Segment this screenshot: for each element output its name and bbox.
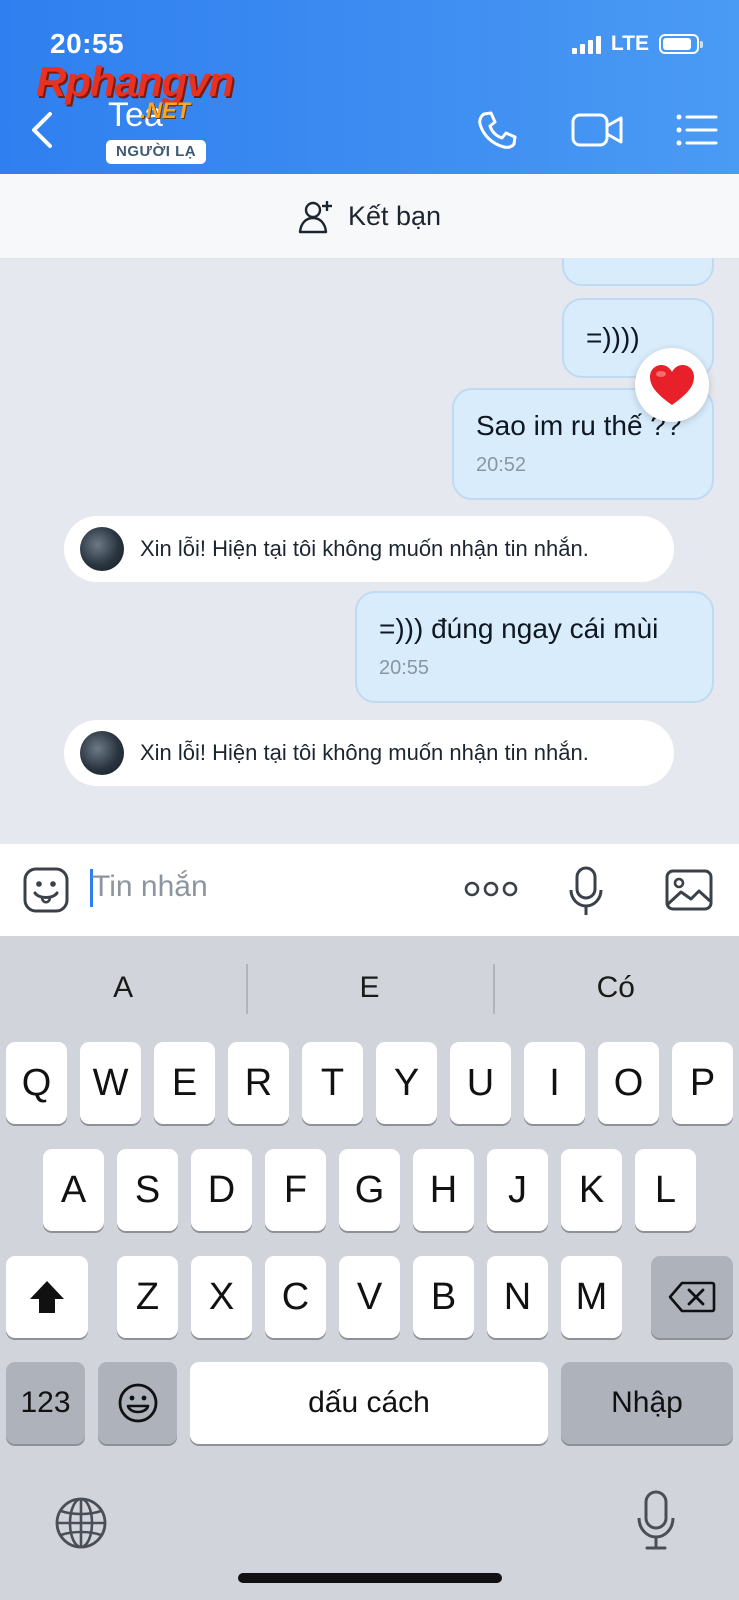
image-gallery-icon[interactable] bbox=[664, 868, 714, 912]
sticker-icon[interactable] bbox=[22, 866, 72, 914]
auto-reply-message: Xin lỗi! Hiện tại tôi không muốn nhận ti… bbox=[64, 516, 674, 582]
key-p[interactable]: P bbox=[672, 1042, 733, 1124]
add-user-icon bbox=[298, 201, 332, 234]
key-b[interactable]: B bbox=[413, 1256, 474, 1338]
microphone-icon[interactable] bbox=[568, 866, 604, 918]
key-s[interactable]: S bbox=[117, 1149, 178, 1231]
key-x[interactable]: X bbox=[191, 1256, 252, 1338]
battery-icon bbox=[659, 34, 703, 54]
message-input[interactable]: Tin nhắn bbox=[92, 870, 208, 904]
network-label: LTE bbox=[610, 32, 649, 55]
space-key[interactable]: dấu cách bbox=[190, 1362, 548, 1444]
watermark-suffix: .NET bbox=[140, 98, 191, 123]
back-arrow-icon[interactable] bbox=[26, 108, 62, 152]
shift-arrow-icon bbox=[30, 1281, 64, 1313]
more-options-icon[interactable] bbox=[464, 878, 518, 900]
key-u[interactable]: U bbox=[450, 1042, 511, 1124]
message-time: 20:52 bbox=[476, 454, 527, 476]
message-time: 20:55 bbox=[379, 657, 430, 679]
word-suggestions: A E Có bbox=[0, 936, 739, 1040]
message-bubble-partial[interactable] bbox=[562, 258, 714, 286]
signal-icon bbox=[571, 34, 601, 54]
backspace-icon bbox=[668, 1281, 716, 1313]
avatar[interactable] bbox=[80, 731, 124, 775]
key-z[interactable]: Z bbox=[117, 1256, 178, 1338]
key-h[interactable]: H bbox=[413, 1149, 474, 1231]
key-i[interactable]: I bbox=[524, 1042, 585, 1124]
add-friend-button[interactable]: Kết bạn bbox=[0, 174, 739, 259]
on-screen-keyboard: A E Có Q W E R T Y U I O P A S D F G H J… bbox=[0, 936, 739, 1600]
key-j[interactable]: J bbox=[487, 1149, 548, 1231]
suggestion[interactable]: E bbox=[246, 936, 492, 1040]
key-n[interactable]: N bbox=[487, 1256, 548, 1338]
video-call-icon[interactable] bbox=[570, 108, 626, 152]
numbers-key[interactable]: 123 bbox=[6, 1362, 85, 1444]
key-t[interactable]: T bbox=[302, 1042, 363, 1124]
return-key[interactable]: Nhập bbox=[561, 1362, 733, 1444]
status-indicators: LTE bbox=[571, 32, 703, 56]
home-indicator[interactable] bbox=[238, 1573, 502, 1583]
key-d[interactable]: D bbox=[191, 1149, 252, 1231]
suggestion[interactable]: Có bbox=[492, 936, 739, 1040]
key-m[interactable]: M bbox=[561, 1256, 622, 1338]
key-w[interactable]: W bbox=[80, 1042, 141, 1124]
emoji-key[interactable] bbox=[98, 1362, 177, 1444]
stranger-badge: NGƯỜI LẠ bbox=[106, 140, 207, 164]
key-e[interactable]: E bbox=[154, 1042, 215, 1124]
heart-icon bbox=[650, 365, 694, 405]
chat-messages[interactable]: =)))) Sao im ru thế ?? 20:52 Xin lỗi! Hi… bbox=[0, 258, 739, 844]
message-text: =))) đúng ngay cái mùi bbox=[379, 613, 659, 644]
key-o[interactable]: O bbox=[598, 1042, 659, 1124]
message-composer: Tin nhắn bbox=[0, 844, 739, 937]
key-y[interactable]: Y bbox=[376, 1042, 437, 1124]
key-v[interactable]: V bbox=[339, 1256, 400, 1338]
shift-key[interactable] bbox=[6, 1256, 88, 1338]
key-k[interactable]: K bbox=[561, 1149, 622, 1231]
suggestion[interactable]: A bbox=[0, 936, 246, 1040]
globe-icon[interactable] bbox=[54, 1496, 108, 1550]
backspace-key[interactable] bbox=[651, 1256, 733, 1338]
emoji-icon bbox=[118, 1383, 157, 1423]
watermark-logo: Rphangvn bbox=[36, 58, 234, 105]
heart-reaction[interactable] bbox=[635, 348, 709, 422]
auto-reply-message: Xin lỗi! Hiện tại tôi không muốn nhận ti… bbox=[64, 720, 674, 786]
add-friend-label: Kết bạn bbox=[347, 200, 442, 231]
key-l[interactable]: L bbox=[635, 1149, 696, 1231]
message-bubble[interactable]: =))) đúng ngay cái mùi 20:55 bbox=[355, 591, 714, 703]
key-c[interactable]: C bbox=[265, 1256, 326, 1338]
key-f[interactable]: F bbox=[265, 1149, 326, 1231]
auto-reply-text: Xin lỗi! Hiện tại tôi không muốn nhận ti… bbox=[140, 536, 589, 561]
phone-call-icon[interactable] bbox=[474, 108, 522, 152]
key-a[interactable]: A bbox=[43, 1149, 104, 1231]
menu-list-icon[interactable] bbox=[674, 108, 722, 152]
auto-reply-text: Xin lỗi! Hiện tại tôi không muốn nhận ti… bbox=[140, 740, 589, 765]
status-time: 20:55 bbox=[50, 28, 125, 59]
key-r[interactable]: R bbox=[228, 1042, 289, 1124]
chat-header: 20:55 LTE Tea Rphangvn .NET NGƯỜI LẠ bbox=[0, 0, 739, 174]
dictation-mic-icon[interactable] bbox=[636, 1490, 676, 1552]
key-q[interactable]: Q bbox=[6, 1042, 67, 1124]
key-g[interactable]: G bbox=[339, 1149, 400, 1231]
avatar[interactable] bbox=[80, 527, 124, 571]
